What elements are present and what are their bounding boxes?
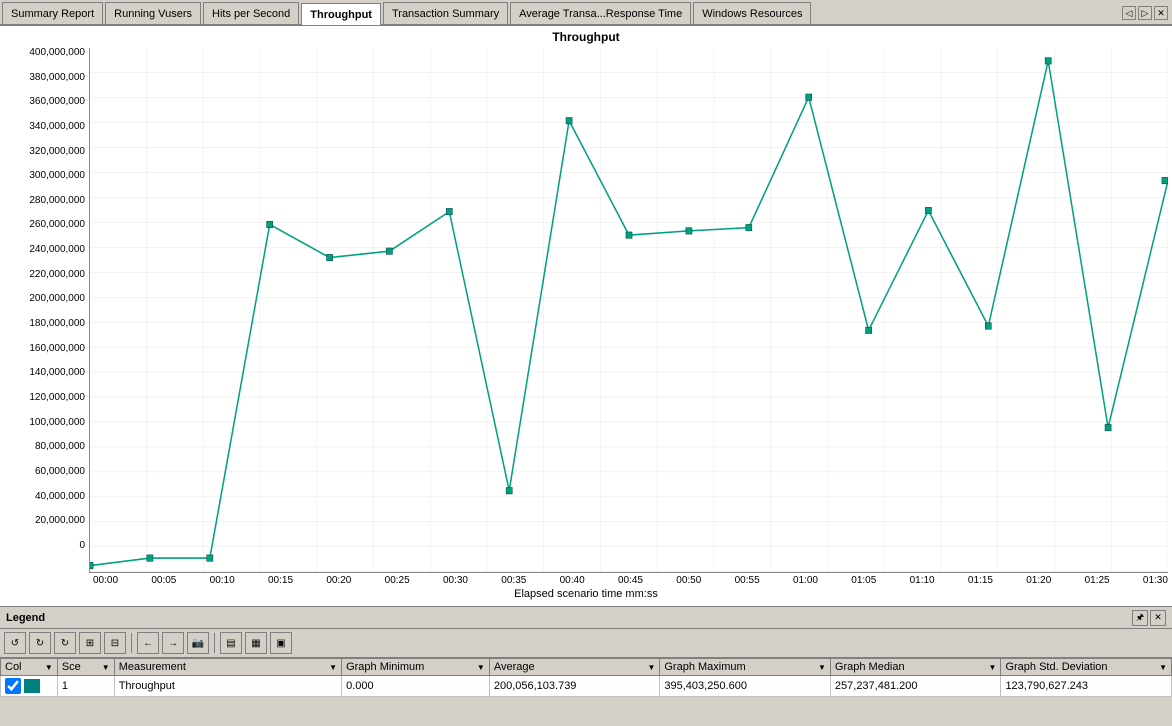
data-table-container: Col ▼ Sce ▼ Measurement ▼ [0, 658, 1172, 697]
row-color-swatch [24, 679, 40, 693]
toolbar-separator-1 [131, 633, 132, 653]
toolbar-btn-5[interactable]: ⊟ [104, 632, 126, 654]
toolbar: ↺ ↻ ↻ ⊞ ⊟ ← → 📷 ▤ ▦ ▣ [0, 628, 1172, 658]
chart-container: Throughput 400,000,000 380,000,000 360,0… [0, 26, 1172, 606]
legend-pin-button[interactable]: 🖈 [1132, 610, 1148, 626]
chart-plot-area [89, 48, 1168, 573]
th-graph-minimum[interactable]: Graph Minimum ▼ [342, 659, 490, 676]
toolbar-btn-6[interactable]: ← [137, 632, 159, 654]
toolbar-btn-8[interactable]: 📷 [187, 632, 209, 654]
cell-std-deviation: 123,790,627.243 [1001, 676, 1172, 697]
tab-running-vusers[interactable]: Running Vusers [105, 2, 201, 24]
data-table: Col ▼ Sce ▼ Measurement ▼ [0, 658, 1172, 697]
tab-transaction-summary[interactable]: Transaction Summary [383, 2, 508, 24]
legend-controls: 🖈 ✕ [1132, 610, 1166, 626]
toolbar-btn-7[interactable]: → [162, 632, 184, 654]
cell-graph-median: 257,237,481.200 [830, 676, 1001, 697]
tab-throughput[interactable]: Throughput [301, 3, 381, 25]
th-measurement[interactable]: Measurement ▼ [114, 659, 341, 676]
tab-windows-resources[interactable]: Windows Resources [693, 2, 811, 24]
th-scenario[interactable]: Sce ▼ [57, 659, 114, 676]
table-row: 1 Throughput 0.000 200,056,103.739 395,4… [1, 676, 1172, 697]
cell-measurement: Throughput [114, 676, 341, 697]
tab-bar: Summary Report Running Vusers Hits per S… [0, 0, 1172, 26]
toolbar-btn-1[interactable]: ↺ [4, 632, 26, 654]
tab-nav-buttons: ◁ ▷ ✕ [1122, 2, 1172, 24]
tab-avg-response-time[interactable]: Average Transa...Response Time [510, 2, 691, 24]
cell-scenario: 1 [57, 676, 114, 697]
cell-col [1, 676, 58, 697]
cell-average: 200,056,103.739 [489, 676, 660, 697]
toolbar-btn-2[interactable]: ↻ [29, 632, 51, 654]
chart-title: Throughput [4, 30, 1168, 44]
x-axis-title: Elapsed scenario time mm:ss [4, 588, 1168, 600]
toolbar-separator-2 [214, 633, 215, 653]
tab-close-button[interactable]: ✕ [1154, 6, 1168, 20]
toolbar-btn-4[interactable]: ⊞ [79, 632, 101, 654]
cell-graph-maximum: 395,403,250.600 [660, 676, 831, 697]
chart-svg [90, 48, 1168, 572]
tab-prev-button[interactable]: ◁ [1122, 6, 1136, 20]
toolbar-btn-3[interactable]: ↻ [54, 632, 76, 654]
tab-hits-per-second[interactable]: Hits per Second [203, 2, 299, 24]
th-graph-median[interactable]: Graph Median ▼ [830, 659, 1001, 676]
legend-close-button[interactable]: ✕ [1150, 610, 1166, 626]
legend-title: Legend [6, 612, 45, 624]
th-graph-maximum[interactable]: Graph Maximum ▼ [660, 659, 831, 676]
cell-graph-minimum: 0.000 [342, 676, 490, 697]
toolbar-btn-11[interactable]: ▣ [270, 632, 292, 654]
row-checkbox[interactable] [5, 678, 21, 694]
th-std-deviation[interactable]: Graph Std. Deviation ▼ [1001, 659, 1172, 676]
y-axis-labels: 400,000,000 380,000,000 360,000,000 340,… [4, 48, 89, 573]
chart-inner: 400,000,000 380,000,000 360,000,000 340,… [4, 48, 1168, 573]
tab-summary-report[interactable]: Summary Report [2, 2, 103, 24]
th-col[interactable]: Col ▼ [1, 659, 58, 676]
x-axis-labels: 00:00 00:05 00:10 00:15 00:20 00:25 00:3… [4, 575, 1168, 586]
toolbar-btn-10[interactable]: ▦ [245, 632, 267, 654]
tab-next-button[interactable]: ▷ [1138, 6, 1152, 20]
legend-bar: Legend 🖈 ✕ [0, 606, 1172, 628]
th-average[interactable]: Average ▼ [489, 659, 660, 676]
toolbar-btn-9[interactable]: ▤ [220, 632, 242, 654]
